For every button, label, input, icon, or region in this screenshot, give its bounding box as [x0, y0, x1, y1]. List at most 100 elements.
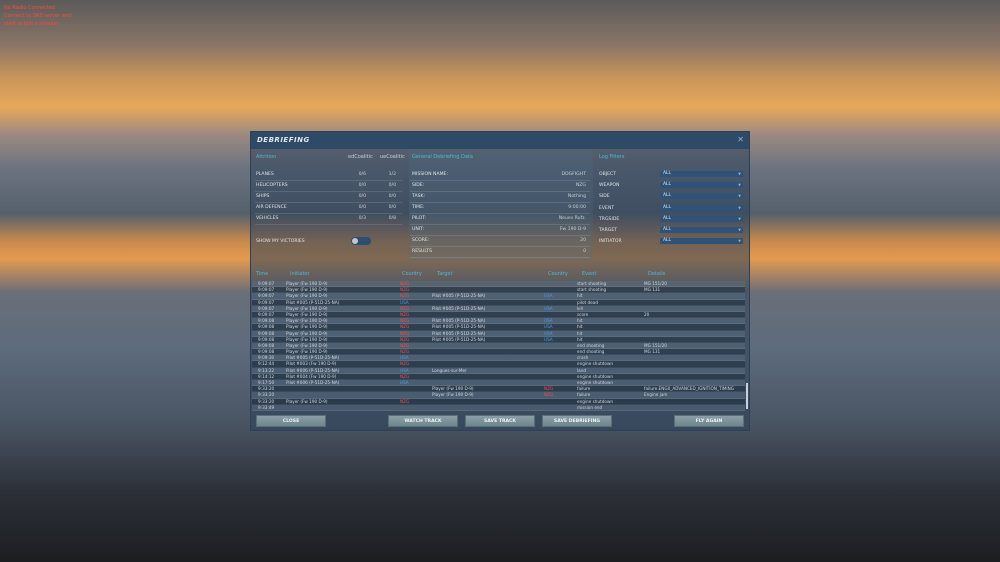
attrition-red-value: 0/0 [358, 205, 366, 210]
hud-line: start or join a mission [4, 21, 59, 27]
attrition-label: HELICOPTERS [256, 183, 288, 188]
filter-value: ALL [663, 193, 671, 199]
divider [410, 224, 590, 225]
filter-value: ALL [663, 204, 671, 210]
divider [410, 202, 590, 203]
attrition-col-blue: ueCoalitic [380, 154, 405, 160]
log-time: 9:33:49 [258, 404, 275, 410]
general-data-value: NZG [575, 183, 586, 188]
col-time[interactable]: Time [256, 271, 268, 277]
filter-select-target[interactable]: ALL ▼ [660, 227, 743, 233]
general-data-value: 0 [583, 249, 586, 254]
col-event[interactable]: Event [582, 271, 596, 277]
title-bar: DEBRIEFING ✕ [251, 132, 749, 149]
col-initiator[interactable]: Initiator [290, 271, 310, 277]
filter-select-object[interactable]: ALL ▼ [660, 171, 743, 177]
close-button[interactable]: CLOSE [256, 415, 326, 427]
fly-again-button[interactable]: FLY AGAIN [674, 415, 744, 427]
col-target-country[interactable]: Country [548, 271, 568, 277]
attrition-blue-value: 0/8 [388, 216, 396, 221]
hud-line: No Radio Connected [4, 5, 55, 11]
attrition-blue-value: 1/2 [388, 172, 396, 177]
general-data-value: 20 [580, 238, 586, 243]
filter-label: SIDE [599, 194, 610, 200]
general-data-label: SCORE: [412, 238, 430, 243]
divider [255, 202, 402, 203]
filter-select-event[interactable]: ALL ▼ [660, 204, 743, 211]
general-data-value: 9:00:00 [568, 205, 586, 210]
attrition-red-value: 0/3 [358, 216, 366, 221]
divider [255, 180, 402, 181]
filter-value: ALL [663, 238, 671, 244]
col-target[interactable]: Target [437, 271, 452, 277]
col-details[interactable]: Details [648, 271, 665, 277]
divider [255, 224, 402, 225]
log-filters-title: Log Filters [599, 154, 625, 160]
general-data-label: SIDE: [412, 183, 425, 188]
log-scrollbar[interactable] [746, 383, 748, 409]
filter-label: INITIATOR [599, 239, 622, 245]
attrition-red-value: 0/6 [358, 172, 366, 177]
divider [410, 180, 590, 181]
divider [410, 235, 590, 236]
general-data-value: Neues Rufz. [558, 216, 586, 221]
chevron-down-icon: ▼ [738, 228, 741, 232]
log-row[interactable]: 9:33:49 mission end [252, 404, 745, 411]
attrition-label: SHIPS [256, 194, 270, 199]
general-data-label: TIME: [412, 205, 425, 210]
hud-line: Connect to SRS server and [4, 13, 72, 19]
attrition-title: Attrition [256, 154, 277, 160]
log-event: mission end [577, 404, 603, 410]
attrition-col-red: edCoalitic [348, 154, 373, 160]
watch-track-button[interactable]: WATCH TRACK [388, 415, 458, 427]
filter-value: ALL [663, 227, 671, 232]
chevron-down-icon: ▼ [738, 183, 741, 188]
log-rows: 9:09:07 Player (Fw 190 D-9) NZG start shoot… [252, 281, 745, 411]
attrition-blue-value: 0/0 [388, 194, 396, 199]
chevron-down-icon: ▼ [738, 239, 741, 244]
attrition-blue-value: 0/0 [388, 183, 396, 188]
event-log-table: Time Initiator Country Target Country Ev… [252, 268, 748, 412]
filter-value: ALL [663, 215, 671, 221]
general-data-label: UNIT: [412, 227, 425, 232]
chevron-down-icon: ▼ [738, 216, 741, 221]
close-icon[interactable]: ✕ [737, 135, 744, 144]
filter-label: TRGSIDE [599, 216, 620, 222]
filter-select-trgside[interactable]: ALL ▼ [660, 215, 743, 222]
divider [255, 213, 402, 214]
divider [255, 191, 402, 192]
col-country[interactable]: Country [402, 271, 422, 277]
save-debriefing-button[interactable]: SAVE DEBRIEFING [542, 415, 612, 427]
filter-label: TARGET [599, 228, 618, 233]
general-data-value: Nothing [567, 194, 586, 199]
filter-select-weapon[interactable]: ALL ▼ [660, 182, 743, 189]
show-victories-toggle[interactable] [351, 237, 371, 245]
filter-value: ALL [663, 171, 671, 176]
chevron-down-icon: ▼ [738, 194, 741, 199]
divider [410, 213, 590, 214]
srs-status-message: No Radio Connected Connect to SRS server… [4, 4, 71, 28]
general-data-label: PILOT: [412, 216, 426, 221]
toggle-knob [352, 238, 358, 244]
general-data-title: General Debriefing Data [412, 154, 473, 160]
attrition-label: AIR DEFENCE [256, 205, 287, 210]
filter-select-side[interactable]: ALL ▼ [660, 193, 743, 200]
attrition-blue-value: 0/0 [388, 205, 396, 210]
divider [410, 191, 590, 192]
chevron-down-icon: ▼ [738, 172, 741, 176]
general-data-value: DOGFIGHT [561, 172, 586, 177]
filter-select-initiator[interactable]: ALL ▼ [660, 238, 743, 245]
divider [410, 257, 590, 258]
general-data-label: TASK: [412, 194, 426, 199]
divider [410, 246, 590, 247]
general-data-label: RESULTS [412, 249, 433, 254]
filter-label: OBJECT [599, 172, 617, 177]
chevron-down-icon: ▼ [738, 205, 741, 210]
attrition-red-value: 0/0 [358, 194, 366, 199]
filter-label: WEAPON [599, 183, 620, 189]
save-track-button[interactable]: SAVE TRACK [465, 415, 535, 427]
filter-label: EVENT [599, 205, 615, 211]
show-victories-label: SHOW MY VICTORIES [256, 239, 305, 244]
general-data-label: MISSION NAME: [412, 172, 449, 177]
dialog-title: DEBRIEFING [257, 136, 310, 144]
